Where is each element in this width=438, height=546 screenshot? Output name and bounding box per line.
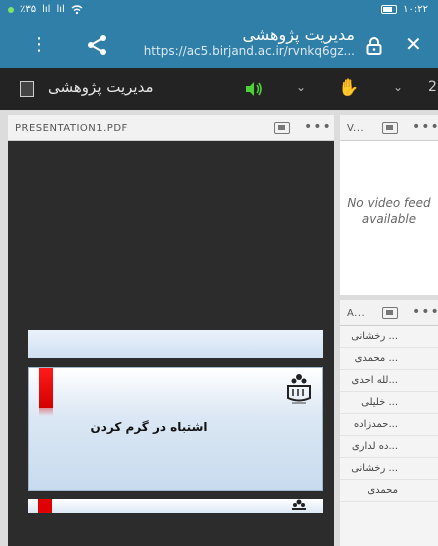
no-video-message: No video feed available (347, 196, 431, 226)
raise-hand-icon[interactable]: ✋ (338, 78, 359, 98)
share-pod-header: PRESENTATION1.PDF ••• (8, 115, 334, 141)
attendees-pod-title: A... (347, 308, 366, 319)
speaker-icon[interactable] (245, 81, 263, 97)
slide-thumbnail (28, 499, 323, 513)
status-bar: ٪۳۵ lıl lıl ۱۰:۲۲ (0, 0, 438, 22)
share-pod-title: PRESENTATION1.PDF (15, 123, 128, 134)
more-vertical-icon[interactable]: ⋮ (30, 34, 48, 55)
slide-red-bar (38, 499, 52, 513)
list-item[interactable]: ... خلیلی (340, 392, 438, 414)
attendee-list: ... رخشانی ... محمدی ...لله احدی ... خلی… (340, 326, 438, 502)
list-item[interactable]: ...حمدزاده (340, 414, 438, 436)
share-icon[interactable] (86, 34, 108, 56)
slide-title: اشتباه در گرم کردن (90, 420, 208, 434)
battery-icon (381, 5, 398, 14)
list-item[interactable]: ... رخشانی (340, 458, 438, 480)
fullscreen-icon[interactable] (382, 122, 398, 134)
more-options-icon[interactable]: ••• (304, 119, 332, 135)
video-pod-title: V... (347, 123, 365, 134)
slide-viewer[interactable]: اشتباه در گرم کردن (8, 141, 334, 546)
video-pod: V... ••• No video feed available (340, 115, 438, 295)
university-logo-icon (287, 374, 311, 404)
signal-icon: lıl (56, 4, 65, 15)
slide-thumbnail (28, 330, 323, 358)
signal-icon: lıl (42, 4, 51, 15)
university-logo-icon (292, 499, 306, 510)
list-item[interactable]: ...لله احدی (340, 370, 438, 392)
meeting-layout: PRESENTATION1.PDF ••• اشتباه در گرم کردن (0, 110, 438, 546)
browser-bar: ⋮ مدیریت پژوهشی https://ac5.birjand.ac.i… (0, 22, 438, 68)
list-item[interactable]: محمدی (340, 480, 438, 502)
more-options-icon[interactable]: ••• (412, 119, 438, 135)
attendees-pod-header: A... ••• (340, 300, 438, 326)
slide-red-bar (39, 368, 53, 416)
room-title: مدیریت پژوهشی (48, 78, 154, 96)
close-icon[interactable]: ✕ (405, 32, 422, 56)
current-slide: اشتباه در گرم کردن (28, 367, 323, 491)
chevron-down-icon[interactable]: ⌄ (296, 80, 306, 94)
battery-percent: ٪۳۵ (20, 4, 37, 15)
page-title: مدیریت پژوهشی (242, 25, 355, 44)
url-text[interactable]: https://ac5.birjand.ac.ir/rvnkq6gz... (120, 44, 355, 58)
notification-dot-icon (8, 6, 14, 13)
fullscreen-icon[interactable] (274, 122, 290, 134)
fullscreen-icon[interactable] (382, 307, 398, 319)
list-item[interactable]: ... رخشانی (340, 326, 438, 348)
more-options-icon[interactable]: ••• (412, 304, 438, 320)
list-item[interactable]: ... محمدی (340, 348, 438, 370)
clock: ۱۰:۲۲ (403, 4, 428, 15)
room-menu-icon[interactable] (20, 81, 34, 97)
share-pod: PRESENTATION1.PDF ••• اشتباه در گرم کردن (8, 115, 334, 546)
wifi-icon (71, 4, 83, 14)
meeting-toolbar: مدیریت پژوهشی ⌄ ✋ ⌄ 2 (0, 68, 438, 110)
attendee-count: 2 (428, 79, 437, 95)
lock-icon[interactable] (366, 37, 382, 55)
chevron-down-icon[interactable]: ⌄ (393, 80, 403, 94)
list-item[interactable]: ...ده لداری (340, 436, 438, 458)
attendees-pod: A... ••• ... رخشانی ... محمدی ...لله احد… (340, 300, 438, 546)
video-pod-header: V... ••• (340, 115, 438, 141)
